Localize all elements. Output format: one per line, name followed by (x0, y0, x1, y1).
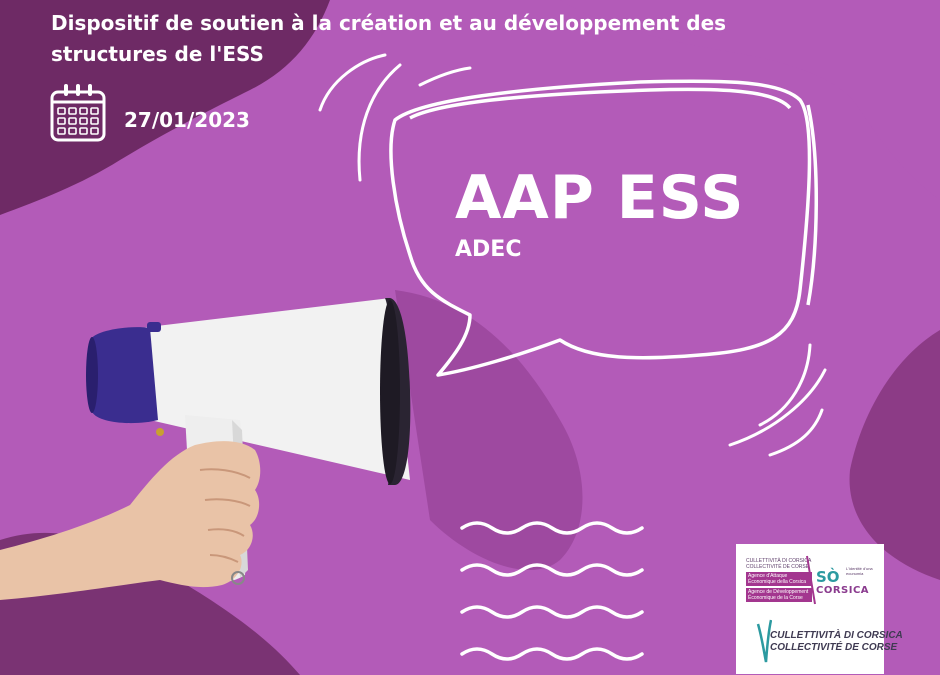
divider-mark (806, 555, 816, 605)
adec-logo-band1: Agence d'Attaque Économique della Corsic… (746, 572, 812, 586)
cdc-logo-line1: CULLETTIVITÀ DI CORSICA (770, 630, 903, 641)
poster: Dispositif de soutien à la création et a… (0, 0, 940, 675)
calendar-icon (50, 84, 106, 142)
so-corsica-name: CORSICA (816, 585, 870, 596)
bubble-subline: ADEC (455, 237, 522, 262)
adec-logo-line2: COLLECTIVITÉ DE CORSE (746, 564, 810, 570)
so-corsica-tagline: L'identité d'una ecunumia (846, 566, 873, 576)
dark-blob-right (849, 330, 940, 580)
adec-logo-band2: Agence de Développement Économique de la… (746, 588, 812, 602)
adec-logo: CULLETTIVITÀ DI CORSICA COLLECTIVITÉ DE … (746, 558, 812, 602)
sound-arcs-bottom (728, 343, 827, 457)
page-title: Dispositif de soutien à la création et a… (51, 11, 727, 66)
publication-date: 27/01/2023 (124, 108, 250, 132)
megaphone-icon (0, 298, 411, 600)
bubble-headline: AAP ESS (455, 163, 745, 233)
cdc-logo-line2: COLLECTIVITÉ DE CORSE (770, 642, 898, 653)
sound-arcs-top (318, 53, 472, 182)
partner-logos: CULLETTIVITÀ DI CORSICA COLLECTIVITÉ DE … (736, 544, 903, 674)
